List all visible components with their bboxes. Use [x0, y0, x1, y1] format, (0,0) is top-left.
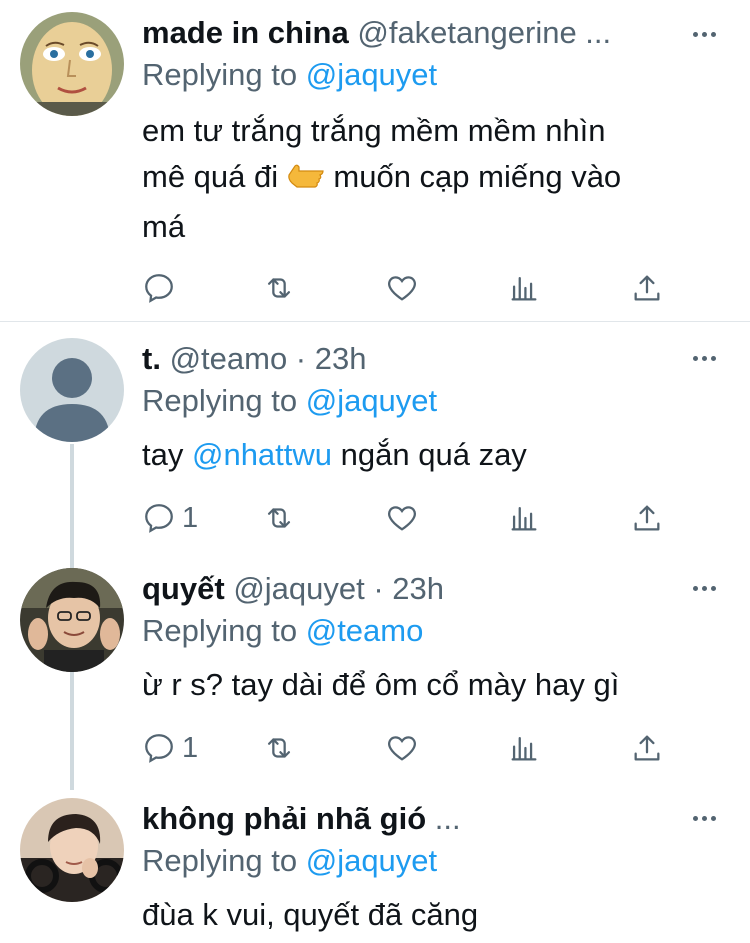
like-button[interactable]: [385, 498, 419, 538]
retweet-button[interactable]: [262, 498, 296, 538]
like-button[interactable]: [385, 728, 419, 768]
replying-to: Replying to @jaquyet: [142, 843, 438, 878]
share-icon: [634, 275, 660, 301]
display-name[interactable]: made in china: [142, 15, 349, 50]
like-icon: [388, 276, 416, 301]
tweet-2[interactable]: t. @teamo · 23h Replying to @jaquyet tay…: [0, 322, 750, 552]
like-button[interactable]: [385, 268, 419, 308]
tweet-actions: 1: [142, 498, 682, 538]
analytics-icon: [511, 736, 537, 761]
share-button[interactable]: [630, 728, 664, 768]
more-icon[interactable]: [688, 18, 720, 50]
avatar[interactable]: [20, 798, 124, 902]
retweet-button[interactable]: [262, 268, 296, 308]
display-name[interactable]: quyết: [142, 571, 225, 606]
reply-count: 1: [182, 731, 199, 764]
share-button[interactable]: [630, 498, 664, 538]
more-icon[interactable]: [688, 572, 720, 604]
like-icon: [388, 736, 416, 761]
analytics-icon: [511, 276, 537, 301]
retweet-icon: [267, 738, 291, 758]
tweet-header: made in china @faketangerine ...: [142, 14, 680, 52]
share-icon: [634, 505, 660, 531]
replying-to: Replying to @jaquyet: [142, 57, 438, 92]
tweet-1[interactable]: made in china @faketangerine ... Replyin…: [0, 0, 750, 320]
more-icon[interactable]: [688, 342, 720, 374]
user-handle[interactable]: ...: [435, 801, 461, 836]
reply-icon: [145, 734, 173, 763]
reply-button[interactable]: [142, 268, 176, 308]
reply-count: 1: [182, 501, 199, 534]
avatar[interactable]: [20, 338, 124, 442]
display-name[interactable]: không phải nhã gió: [142, 801, 426, 836]
tweet-text: em tư trắng trắng mềm mềm nhìn mê quá đi…: [142, 113, 622, 244]
mention-link[interactable]: @nhattwu: [192, 437, 332, 472]
tweet-actions: 1: [142, 728, 682, 768]
default-avatar-icon: [20, 338, 124, 442]
tweet-header: quyết @jaquyet · 23h: [142, 570, 680, 608]
replying-to: Replying to @teamo: [142, 613, 424, 648]
user-handle[interactable]: @faketangerine ...: [357, 15, 611, 50]
share-button[interactable]: [630, 268, 664, 308]
tweet-text: đùa k vui, quyết đã căng: [142, 897, 479, 932]
tweet-4[interactable]: không phải nhã gió ... Replying to @jaqu…: [0, 782, 750, 943]
reply-button[interactable]: 1: [142, 728, 198, 768]
analytics-icon: [511, 506, 537, 531]
reply-icon: [145, 274, 173, 303]
avatar-photo: [20, 798, 124, 902]
display-name[interactable]: t.: [142, 341, 161, 376]
tweet-actions: [142, 268, 682, 308]
reply-button[interactable]: 1: [142, 498, 198, 538]
retweet-icon: [267, 278, 291, 298]
like-icon: [388, 506, 416, 531]
tweet-header: t. @teamo · 23h: [142, 340, 680, 378]
retweet-icon: [267, 508, 291, 528]
analytics-button[interactable]: [507, 268, 541, 308]
retweet-button[interactable]: [262, 728, 296, 768]
user-handle[interactable]: @teamo · 23h: [170, 341, 367, 376]
avatar[interactable]: [20, 568, 124, 672]
avatar-photo: [20, 568, 124, 672]
avatar-cartoon-face: [20, 12, 124, 116]
tweet-header: không phải nhã gió ...: [142, 800, 680, 838]
tweet-text: ừ r s? tay dài để ôm cổ mày hay gì: [142, 667, 620, 702]
replying-to-mention[interactable]: @teamo: [306, 613, 424, 648]
tweet-3[interactable]: quyết @jaquyet · 23h Replying to @teamo …: [0, 552, 750, 782]
replying-to-mention[interactable]: @jaquyet: [306, 843, 437, 878]
reply-icon: [145, 504, 173, 533]
replying-to-mention[interactable]: @jaquyet: [306, 383, 437, 418]
avatar[interactable]: [20, 12, 124, 116]
more-icon[interactable]: [688, 802, 720, 834]
analytics-button[interactable]: [507, 498, 541, 538]
replying-to: Replying to @jaquyet: [142, 383, 438, 418]
tweet-text: tay @nhattwu ngắn quá zay: [142, 437, 527, 472]
replying-to-mention[interactable]: @jaquyet: [306, 57, 437, 92]
analytics-button[interactable]: [507, 728, 541, 768]
backhand-index-pointing-left-icon: [287, 158, 325, 204]
user-handle[interactable]: @jaquyet · 23h: [233, 571, 444, 606]
share-icon: [634, 735, 660, 761]
